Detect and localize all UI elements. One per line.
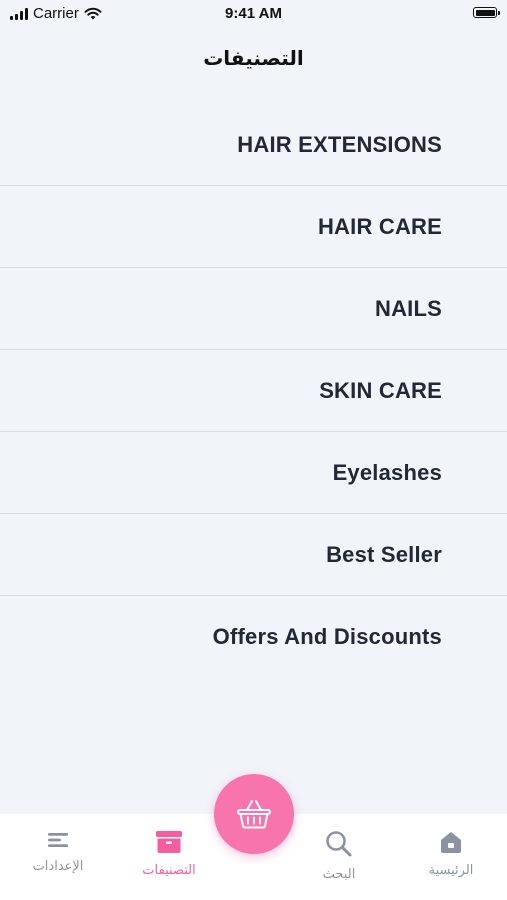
category-item-skin-care[interactable]: SKIN CARE — [0, 350, 507, 432]
category-item-best-seller[interactable]: Best Seller — [0, 514, 507, 596]
tab-search-label: البحث — [322, 866, 356, 881]
category-item-hair-extensions[interactable]: HAIR EXTENSIONS — [0, 104, 507, 186]
tab-search[interactable]: البحث — [284, 830, 394, 882]
category-item-eyelashes[interactable]: Eyelashes — [0, 432, 507, 514]
category-item-offers-and-discounts[interactable]: Offers And Discounts — [0, 596, 507, 678]
category-label: SKIN CARE — [319, 377, 442, 403]
home-icon — [441, 832, 461, 853]
search-icon — [326, 831, 352, 857]
menu-icon — [48, 833, 68, 847]
tab-categories-label: التصنيفات — [142, 862, 196, 877]
category-label: Best Seller — [326, 541, 442, 567]
basket-icon — [237, 800, 271, 829]
category-list: HAIR EXTENSIONS HAIR CARE NAILS SKIN CAR… — [0, 104, 507, 678]
tab-settings[interactable]: الإعدادات — [3, 830, 113, 874]
tab-home-label: الرئيسية — [428, 862, 474, 877]
battery-icon — [473, 7, 500, 18]
category-item-hair-care[interactable]: HAIR CARE — [0, 186, 507, 268]
tab-settings-label: الإعدادات — [32, 858, 84, 873]
category-label: Offers And Discounts — [212, 624, 442, 649]
category-label: Eyelashes — [332, 459, 442, 485]
tab-categories[interactable]: التصنيفات — [114, 830, 224, 878]
cart-button[interactable] — [214, 774, 294, 854]
category-label: HAIR CARE — [317, 213, 442, 239]
category-item-nails[interactable]: NAILS — [0, 268, 507, 350]
status-time: 9:41 AM — [225, 5, 282, 22]
tab-home[interactable]: الرئيسية — [396, 830, 506, 878]
archive-icon — [156, 831, 182, 853]
status-bar: Carrier 9:41 AM — [0, 0, 507, 28]
category-label: NAILS — [375, 295, 442, 321]
page-title: التصنيفات — [203, 48, 304, 70]
category-label: HAIR EXTENSIONS — [237, 131, 442, 157]
